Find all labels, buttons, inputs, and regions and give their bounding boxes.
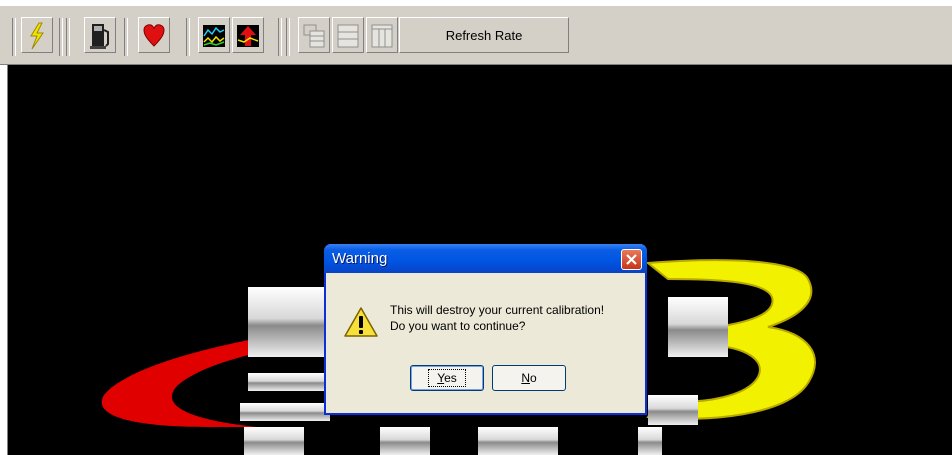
heart-button[interactable] bbox=[138, 17, 170, 53]
toolbar-separator bbox=[59, 18, 63, 56]
chart-line-button[interactable] bbox=[198, 17, 230, 53]
no-label-rest: o bbox=[529, 371, 537, 385]
toolbar-separator bbox=[12, 18, 16, 56]
no-button[interactable]: No bbox=[492, 365, 566, 391]
toolbar-separator bbox=[286, 18, 290, 56]
logo-letter-s bbox=[668, 297, 728, 357]
layout-split-button[interactable] bbox=[332, 17, 364, 53]
logo-bar bbox=[240, 403, 330, 421]
logo-bar bbox=[248, 373, 328, 391]
dialog-titlebar[interactable]: Warning bbox=[324, 244, 647, 273]
toolbar-separator bbox=[278, 18, 282, 56]
logo-bar bbox=[380, 427, 430, 455]
logo-bar bbox=[244, 427, 304, 455]
close-button[interactable] bbox=[621, 249, 642, 270]
left-frame bbox=[0, 65, 8, 455]
dialog-message: This will destroy your current calibrati… bbox=[390, 302, 640, 334]
warning-dialog: Warning This will destroy your current c… bbox=[324, 244, 647, 415]
layout-tile-button[interactable] bbox=[298, 17, 330, 53]
toolbar-separator bbox=[66, 18, 70, 56]
heart-icon bbox=[143, 24, 165, 47]
no-button-label: No bbox=[521, 371, 536, 385]
refresh-rate-label: Refresh Rate bbox=[445, 27, 523, 43]
layout-tile-icon bbox=[303, 24, 325, 48]
fuel-pump-icon bbox=[90, 24, 109, 49]
close-icon bbox=[626, 254, 637, 265]
chart-arrow-icon bbox=[237, 25, 259, 47]
yes-label-rest: es bbox=[444, 371, 457, 385]
logo-bar bbox=[638, 427, 662, 455]
logo-bar bbox=[478, 427, 558, 455]
chart-arrow-button[interactable] bbox=[232, 17, 264, 53]
lightning-button[interactable] bbox=[21, 17, 53, 53]
logo-bar bbox=[648, 395, 698, 425]
lightning-icon bbox=[30, 22, 44, 50]
layout-columns-icon bbox=[371, 24, 393, 48]
refresh-rate-button[interactable]: Refresh Rate bbox=[399, 17, 569, 53]
logo-letter-f bbox=[248, 287, 328, 357]
message-line: This will destroy your current calibrati… bbox=[390, 303, 605, 317]
fuel-pump-button[interactable] bbox=[84, 17, 116, 53]
layout-columns-button[interactable] bbox=[366, 17, 398, 53]
yes-button-label: Yes bbox=[428, 369, 466, 387]
toolbar: Refresh Rate bbox=[0, 6, 952, 65]
message-line: Do you want to continue? bbox=[390, 319, 526, 333]
toolbar-separator bbox=[186, 18, 190, 56]
chart-line-icon bbox=[203, 25, 225, 47]
dialog-title: Warning bbox=[332, 250, 388, 267]
warning-icon bbox=[344, 307, 378, 337]
layout-split-icon bbox=[337, 24, 359, 48]
toolbar-separator bbox=[124, 18, 128, 56]
no-mnemonic: N bbox=[521, 371, 530, 385]
yes-button[interactable]: Yes bbox=[410, 365, 484, 391]
